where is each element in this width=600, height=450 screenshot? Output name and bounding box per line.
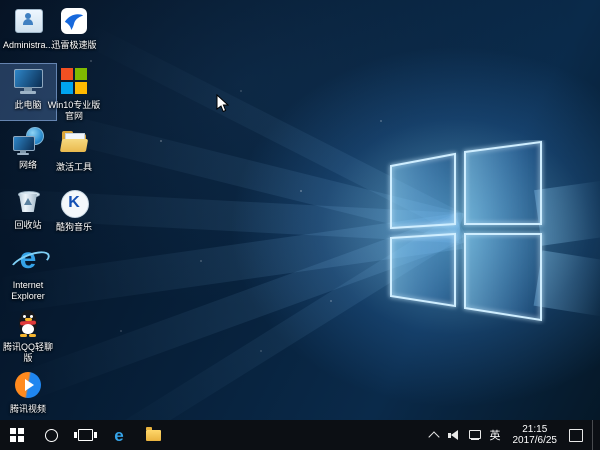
desktop-icon-internet-explorer[interactable]: e Internet Explorer <box>0 242 56 302</box>
taskbar: e 英 21:15 2017/6/25 <box>0 420 600 450</box>
icon-label: 腾讯QQ轻聊版 <box>2 342 53 363</box>
desktop-icon-thunder-speed[interactable]: 迅雷极速版 <box>46 4 102 60</box>
taskbar-file-explorer[interactable] <box>136 420 170 450</box>
desktop-icon-activation-tools[interactable]: 激活工具 <box>46 126 102 182</box>
clock-date: 2017/6/25 <box>512 435 558 446</box>
clock-time: 21:15 <box>522 424 548 435</box>
desktop-icon-win10-pro-site[interactable]: Win10专业版官网 <box>46 64 102 122</box>
search-circle-icon <box>44 428 58 442</box>
mouse-cursor <box>216 94 229 113</box>
this-pc-icon <box>11 64 45 98</box>
action-center-icon[interactable] <box>569 428 583 442</box>
dust-particles <box>0 0 2 2</box>
desktop-icon-tencent-video[interactable]: 腾讯视频 <box>0 368 56 420</box>
file-explorer-icon <box>145 426 161 441</box>
task-view-icon <box>73 429 97 441</box>
administrator-folder-icon <box>11 4 45 38</box>
system-tray: 英 21:15 2017/6/25 <box>427 420 600 450</box>
icon-label: Internet Explorer <box>11 280 45 301</box>
show-desktop-button[interactable] <box>592 420 598 450</box>
recycle-bin-icon <box>11 184 45 218</box>
desktop-wallpaper: Administra... 此电脑 网络 回收站 e Internet Expl… <box>0 0 600 420</box>
folder-icon <box>57 126 91 160</box>
ime-language-indicator[interactable]: 英 <box>490 427 501 443</box>
desktop-icon-kugou-music[interactable]: K 酷狗音乐 <box>46 186 102 242</box>
show-hidden-icons-chevron[interactable] <box>427 430 440 443</box>
icon-label: 此电脑 <box>14 100 42 110</box>
start-button[interactable] <box>0 420 34 450</box>
icon-label: 回收站 <box>14 220 42 230</box>
taskbar-clock[interactable]: 21:15 2017/6/25 <box>510 424 561 446</box>
qq-penguin-icon <box>11 306 45 340</box>
windows-flag-icon <box>57 64 91 98</box>
internet-explorer-icon: e <box>114 425 124 445</box>
thunder-bird-icon <box>57 4 91 38</box>
cortana-search-button[interactable] <box>34 420 68 450</box>
taskbar-internet-explorer[interactable]: e <box>102 420 136 450</box>
kugou-music-icon: K <box>57 186 91 220</box>
icon-label: 迅雷极速版 <box>51 40 97 50</box>
network-status-icon[interactable] <box>468 429 481 441</box>
desktop-icon-qq-lite[interactable]: 腾讯QQ轻聊版 <box>0 306 56 364</box>
icon-label: 腾讯视频 <box>9 404 46 414</box>
icon-label: Win10专业版官网 <box>47 100 101 121</box>
network-icon <box>11 124 45 158</box>
windows-start-icon <box>10 428 24 442</box>
icon-label: 激活工具 <box>55 162 92 172</box>
volume-icon[interactable] <box>447 429 460 441</box>
desktop-icon-column-2: 迅雷极速版 Win10专业版官网 激活工具 K 酷狗音乐 <box>46 4 102 246</box>
icon-label: 网络 <box>18 160 37 170</box>
icon-label: 酷狗音乐 <box>55 222 92 232</box>
internet-explorer-icon: e <box>7 242 53 279</box>
windows-logo-wallpaper <box>390 140 542 322</box>
task-view-button[interactable] <box>68 420 102 450</box>
tencent-video-icon <box>11 368 45 402</box>
